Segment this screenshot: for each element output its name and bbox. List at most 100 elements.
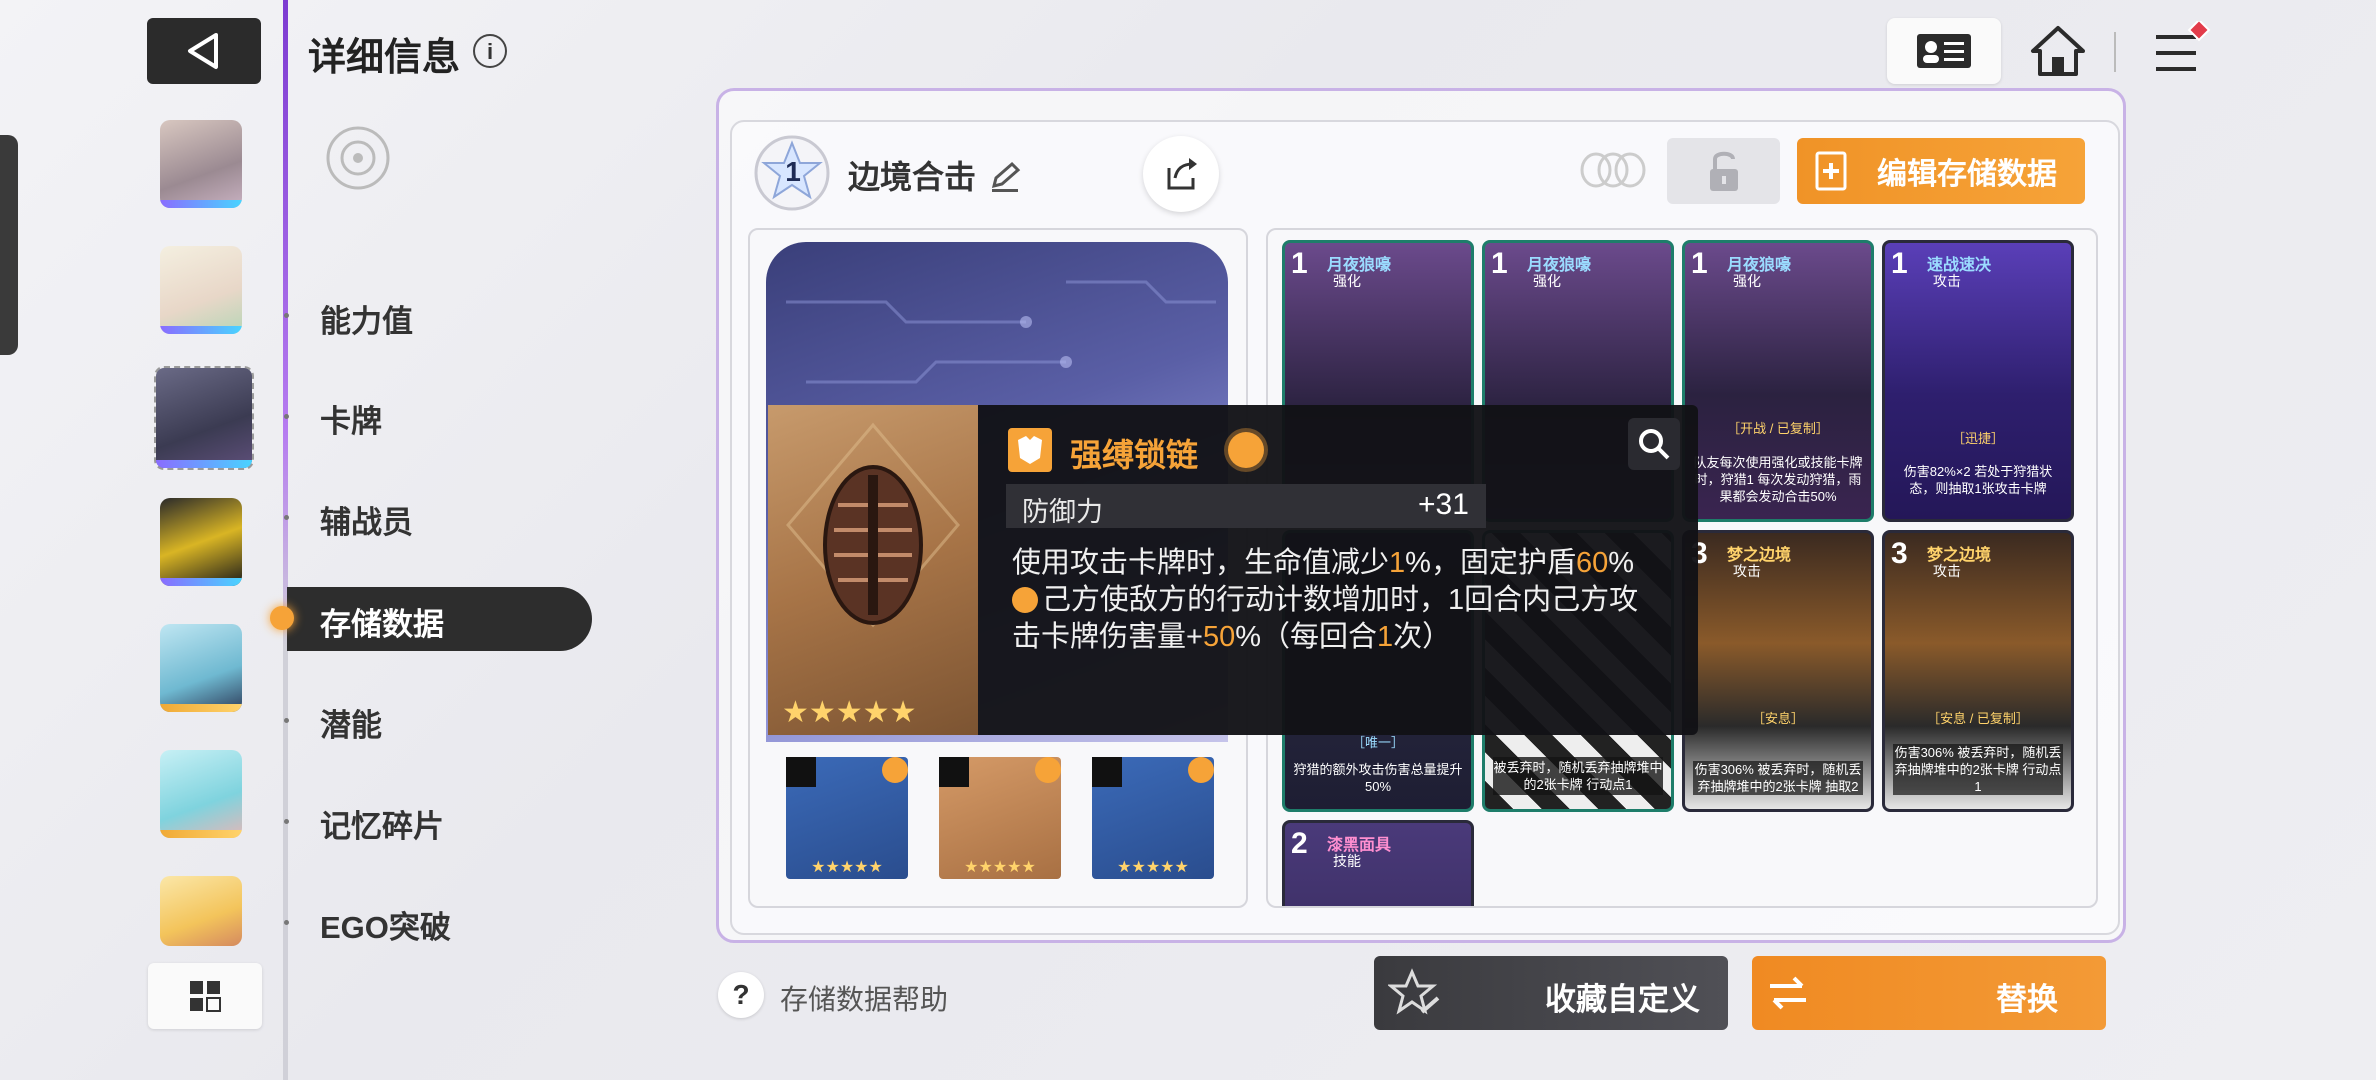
character-avatar-4[interactable]	[160, 498, 242, 586]
menu-dot	[284, 819, 289, 824]
sun-bullet-icon	[1012, 587, 1038, 613]
level-number: 1	[785, 156, 801, 187]
favorite-button-label: 收藏自定义	[1545, 982, 1700, 1017]
help-icon[interactable]: ?	[718, 972, 764, 1018]
menu-dot	[284, 920, 289, 925]
equipment-slot-weapon[interactable]: ★★★★★	[786, 757, 908, 879]
menu-button[interactable]	[2140, 18, 2220, 84]
menu-dot	[284, 515, 289, 520]
chest-armor-icon	[786, 422, 960, 628]
hamburger-menu-icon	[2156, 21, 2211, 71]
card-description: 被丢弃时，随机丢弃抽牌堆中的2张卡牌 行动点1	[1493, 757, 1663, 795]
character-avatar-5[interactable]	[160, 624, 242, 712]
sidebar-item-cards[interactable]: 卡牌	[320, 396, 382, 441]
favorite-custom-button[interactable]: 收藏自定义	[1374, 956, 1728, 1030]
card-cost: 1	[1691, 247, 1708, 280]
card-item[interactable]: 1 速战速决 攻击 ［迅捷］ 伤害82%×2 若处于狩猎状态，则抽取1张攻击卡牌	[1882, 240, 2074, 522]
equipment-slot-ring[interactable]: ★★★★★	[1092, 757, 1214, 879]
back-triangle-icon	[188, 33, 218, 69]
edit-storage-data-button[interactable]: 编辑存储数据	[1797, 138, 2085, 204]
card-tag: ［安息］	[1751, 711, 1804, 726]
equipment-name: 强缚锁链	[1070, 437, 1199, 473]
card-description: 伤害306% 被丢弃时，随机丢弃抽牌堆中的2张卡牌 抽取2	[1693, 761, 1863, 795]
card-description: 伤害82%×2 若处于狩猎状态，则抽取1张攻击卡牌	[1903, 464, 2053, 496]
menu-dot	[284, 414, 289, 419]
share-button[interactable]	[1143, 136, 1219, 212]
equipment-stars: ★★★★★	[811, 859, 883, 876]
card-tag: ［安息 / 已复制］	[1927, 711, 2029, 726]
info-icon[interactable]: i	[473, 34, 507, 68]
card-tag: ［开战 / 已复制］	[1727, 421, 1829, 436]
sidebar-divider	[283, 0, 288, 1080]
character-avatar-7[interactable]	[160, 876, 242, 946]
card-cost: 1	[1491, 247, 1508, 280]
ring-emblem-icon	[1580, 152, 1646, 188]
armor-icon	[939, 757, 969, 787]
card-type: 技能	[1333, 853, 1361, 869]
ring-icon	[1092, 757, 1122, 787]
sidebar-item-potential[interactable]: 潜能	[320, 700, 382, 745]
stat-label: 防御力	[1022, 497, 1103, 527]
character-avatar-selected[interactable]	[154, 366, 254, 470]
card-item[interactable]: 3 梦之边境 攻击 ［安息］ 伤害306% 被丢弃时，随机丢弃抽牌堆中的2张卡牌…	[1682, 530, 1874, 812]
character-avatar-2[interactable]	[160, 246, 242, 334]
equipment-stars: ★★★★★	[1117, 859, 1189, 876]
character-avatar-6[interactable]	[160, 750, 242, 838]
inspect-button[interactable]	[1628, 418, 1680, 470]
stat-value: +31	[1418, 488, 1469, 521]
toolbar-divider	[2114, 32, 2116, 72]
menu-dot	[284, 313, 289, 318]
home-icon	[2031, 26, 2085, 76]
lock-button[interactable]	[1667, 138, 1780, 204]
sidebar-item-stats[interactable]: 能力值	[320, 296, 413, 341]
back-button[interactable]	[147, 18, 261, 84]
sidebar-item-storage-data[interactable]: 存储数据	[320, 599, 444, 644]
grid-icon	[190, 981, 221, 1012]
card-item[interactable]: 2 漆黑面具 技能	[1282, 820, 1474, 906]
sun-badge-icon	[1035, 757, 1061, 783]
grid-view-button[interactable]	[148, 963, 262, 1029]
help-link[interactable]: 存储数据帮助	[780, 978, 948, 1018]
card-description: 伤害306% 被丢弃时，随机丢弃抽牌堆中的2张卡牌 行动点1	[1893, 744, 2063, 795]
card-tag: ［迅捷］	[1951, 431, 2004, 446]
share-icon	[1167, 158, 1197, 190]
card-type: 攻击	[1933, 273, 1961, 289]
replace-button[interactable]: 替换	[1752, 956, 2106, 1030]
data-set-name: 边境合击	[848, 159, 977, 195]
menu-dot	[284, 718, 289, 723]
sidebar-item-support[interactable]: 辅战员	[320, 497, 413, 542]
sidebar-item-ego[interactable]: EGO突破	[320, 902, 451, 947]
sword-icon	[786, 757, 816, 787]
profile-card-button[interactable]	[1887, 18, 2001, 84]
card-type: 强化	[1733, 273, 1761, 289]
edit-document-icon	[1815, 151, 1847, 191]
sidebar-item-memory[interactable]: 记忆碎片	[320, 801, 444, 846]
card-item[interactable]: 3 梦之边境 攻击 ［安息 / 已复制］ 伤害306% 被丢弃时，随机丢弃抽牌堆…	[1882, 530, 2074, 812]
star-edit-icon	[1388, 968, 1440, 1015]
sun-badge-icon	[1228, 432, 1264, 468]
card-type: 强化	[1533, 273, 1561, 289]
equipment-stars: ★★★★★	[964, 859, 1036, 876]
card-type: 攻击	[1933, 563, 1961, 579]
equipment-slot-armor[interactable]: ★★★★★	[939, 757, 1061, 879]
page-title: 详细信息	[308, 37, 461, 79]
equipment-description: 使用攻击卡牌时，生命值减少1%，固定护盾60% 己方使敌方的行动计数增加时，1回…	[1012, 547, 1639, 653]
sun-badge-icon	[1188, 757, 1214, 783]
card-description: 狩猎的额外攻击伤害总量提升50%	[1293, 762, 1463, 794]
rename-pencil-icon[interactable]	[988, 160, 1022, 194]
id-card-icon	[1917, 34, 1971, 68]
left-edge-handle	[0, 135, 18, 355]
character-avatar-1[interactable]	[160, 120, 242, 208]
swap-arrows-icon	[1770, 976, 1806, 1010]
unlocked-padlock-icon	[1709, 151, 1738, 191]
home-button[interactable]	[2022, 18, 2094, 84]
armor-type-icon	[1008, 428, 1052, 472]
card-cost: 1	[1891, 247, 1908, 280]
card-type: 攻击	[1733, 563, 1761, 579]
card-cost: 2	[1291, 827, 1308, 860]
card-item[interactable]: 1 月夜狼嚎 强化 ［开战 / 已复制］ 队友每次使用强化或技能卡牌时，狩猎1 …	[1682, 240, 1874, 522]
search-icon	[1639, 429, 1670, 460]
equipment-rarity-stars: ★★★★★	[782, 696, 917, 729]
card-type: 强化	[1333, 273, 1361, 289]
card-cost: 1	[1291, 247, 1308, 280]
